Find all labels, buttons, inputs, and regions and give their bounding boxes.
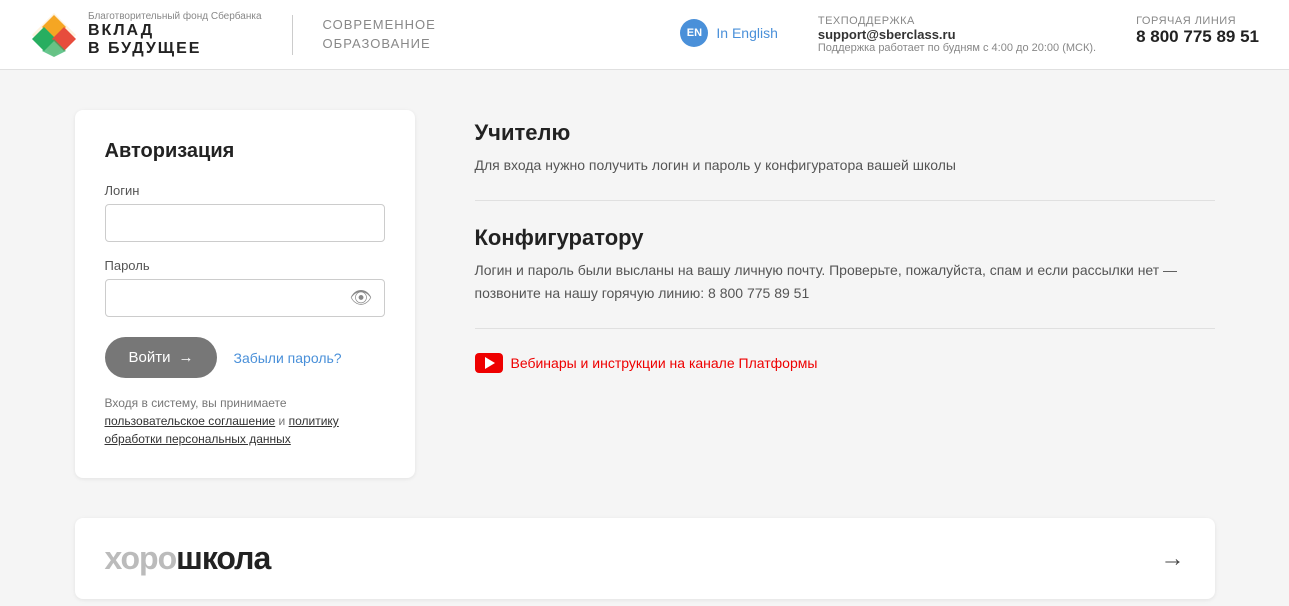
login-button[interactable]: Войти → — [105, 337, 218, 378]
teacher-title: Учителю — [475, 120, 1215, 146]
hotline-block: ГОРЯЧАЯ ЛИНИЯ 8 800 775 89 51 — [1136, 15, 1259, 47]
logo-text: Благотворительный фонд Сбербанка ВКЛАД В… — [88, 11, 262, 57]
forgot-password-link[interactable]: Забыли пароль? — [233, 350, 341, 366]
teacher-block: Учителю Для входа нужно получить логин и… — [475, 120, 1215, 201]
password-group: Пароль 👁 — [105, 258, 385, 317]
logo-subtext: Благотворительный фонд Сбербанка — [88, 11, 262, 22]
support-label: ТЕХПОДДЕРЖКА — [818, 15, 1096, 27]
main-content: Авторизация Логин Пароль 👁 Войти → Забыл… — [45, 70, 1245, 518]
youtube-link[interactable]: Вебинары и инструкции на канале Платформ… — [475, 353, 1215, 373]
hotline-label: ГОРЯЧАЯ ЛИНИЯ — [1136, 15, 1259, 27]
hotline-number: 8 800 775 89 51 — [1136, 27, 1259, 47]
password-input-wrap: 👁 — [105, 279, 385, 317]
header-left: Благотворительный фонд Сбербанка ВКЛАД В… — [30, 11, 436, 59]
youtube-icon — [475, 353, 503, 373]
header-divider — [292, 15, 293, 55]
auth-title: Авторизация — [105, 140, 385, 163]
logo-line2: В БУДУЩЕЕ — [88, 40, 262, 58]
configurator-text: Логин и пароль были высланы на вашу личн… — [475, 259, 1215, 304]
auth-terms: Входя в систему, вы принимаете пользоват… — [105, 394, 385, 448]
login-label: Логин — [105, 183, 385, 198]
auth-actions: Войти → Забыли пароль? — [105, 337, 385, 378]
support-block: ТЕХПОДДЕРЖКА support@sberclass.ru Поддер… — [818, 15, 1096, 54]
password-input[interactable] — [105, 279, 385, 317]
lang-block[interactable]: EN In English — [680, 19, 777, 47]
header: Благотворительный фонд Сбербанка ВКЛАД В… — [0, 0, 1289, 70]
configurator-block: Конфигуратору Логин и пароль были выслан… — [475, 225, 1215, 329]
banner-text-gray: хоро — [105, 540, 177, 576]
configurator-title: Конфигуратору — [475, 225, 1215, 251]
support-note: Поддержка работает по будням с 4:00 до 2… — [818, 42, 1096, 54]
header-right: EN In English ТЕХПОДДЕРЖКА support@sberc… — [680, 15, 1259, 54]
banner-arrow[interactable]: → — [1161, 545, 1185, 573]
terms-link1[interactable]: пользовательское соглашение — [105, 414, 276, 428]
toggle-password-icon[interactable]: 👁 — [350, 288, 373, 309]
youtube-block[interactable]: Вебинары и инструкции на канале Платформ… — [475, 353, 1215, 373]
logo-line1: ВКЛАД — [88, 22, 262, 40]
bottom-banner[interactable]: хорошкола → — [75, 518, 1215, 599]
login-input[interactable] — [105, 204, 385, 242]
login-input-wrap — [105, 204, 385, 242]
logo-block: Благотворительный фонд Сбербанка ВКЛАД В… — [30, 11, 262, 59]
lang-badge: EN — [680, 19, 708, 47]
banner-text-dark: школа — [176, 540, 270, 576]
auth-card: Авторизация Логин Пароль 👁 Войти → Забыл… — [75, 110, 415, 478]
header-subtitle: СОВРЕМЕННОЕ ОБРАЗОВАНИЕ — [323, 16, 436, 52]
password-label: Пароль — [105, 258, 385, 273]
banner-text: хорошкола — [105, 540, 271, 577]
info-section: Учителю Для входа нужно получить логин и… — [475, 110, 1215, 373]
logo-icon — [30, 11, 78, 59]
teacher-text: Для входа нужно получить логин и пароль … — [475, 154, 1215, 176]
lang-link[interactable]: In English — [716, 25, 777, 41]
login-group: Логин — [105, 183, 385, 242]
support-email: support@sberclass.ru — [818, 27, 1096, 42]
